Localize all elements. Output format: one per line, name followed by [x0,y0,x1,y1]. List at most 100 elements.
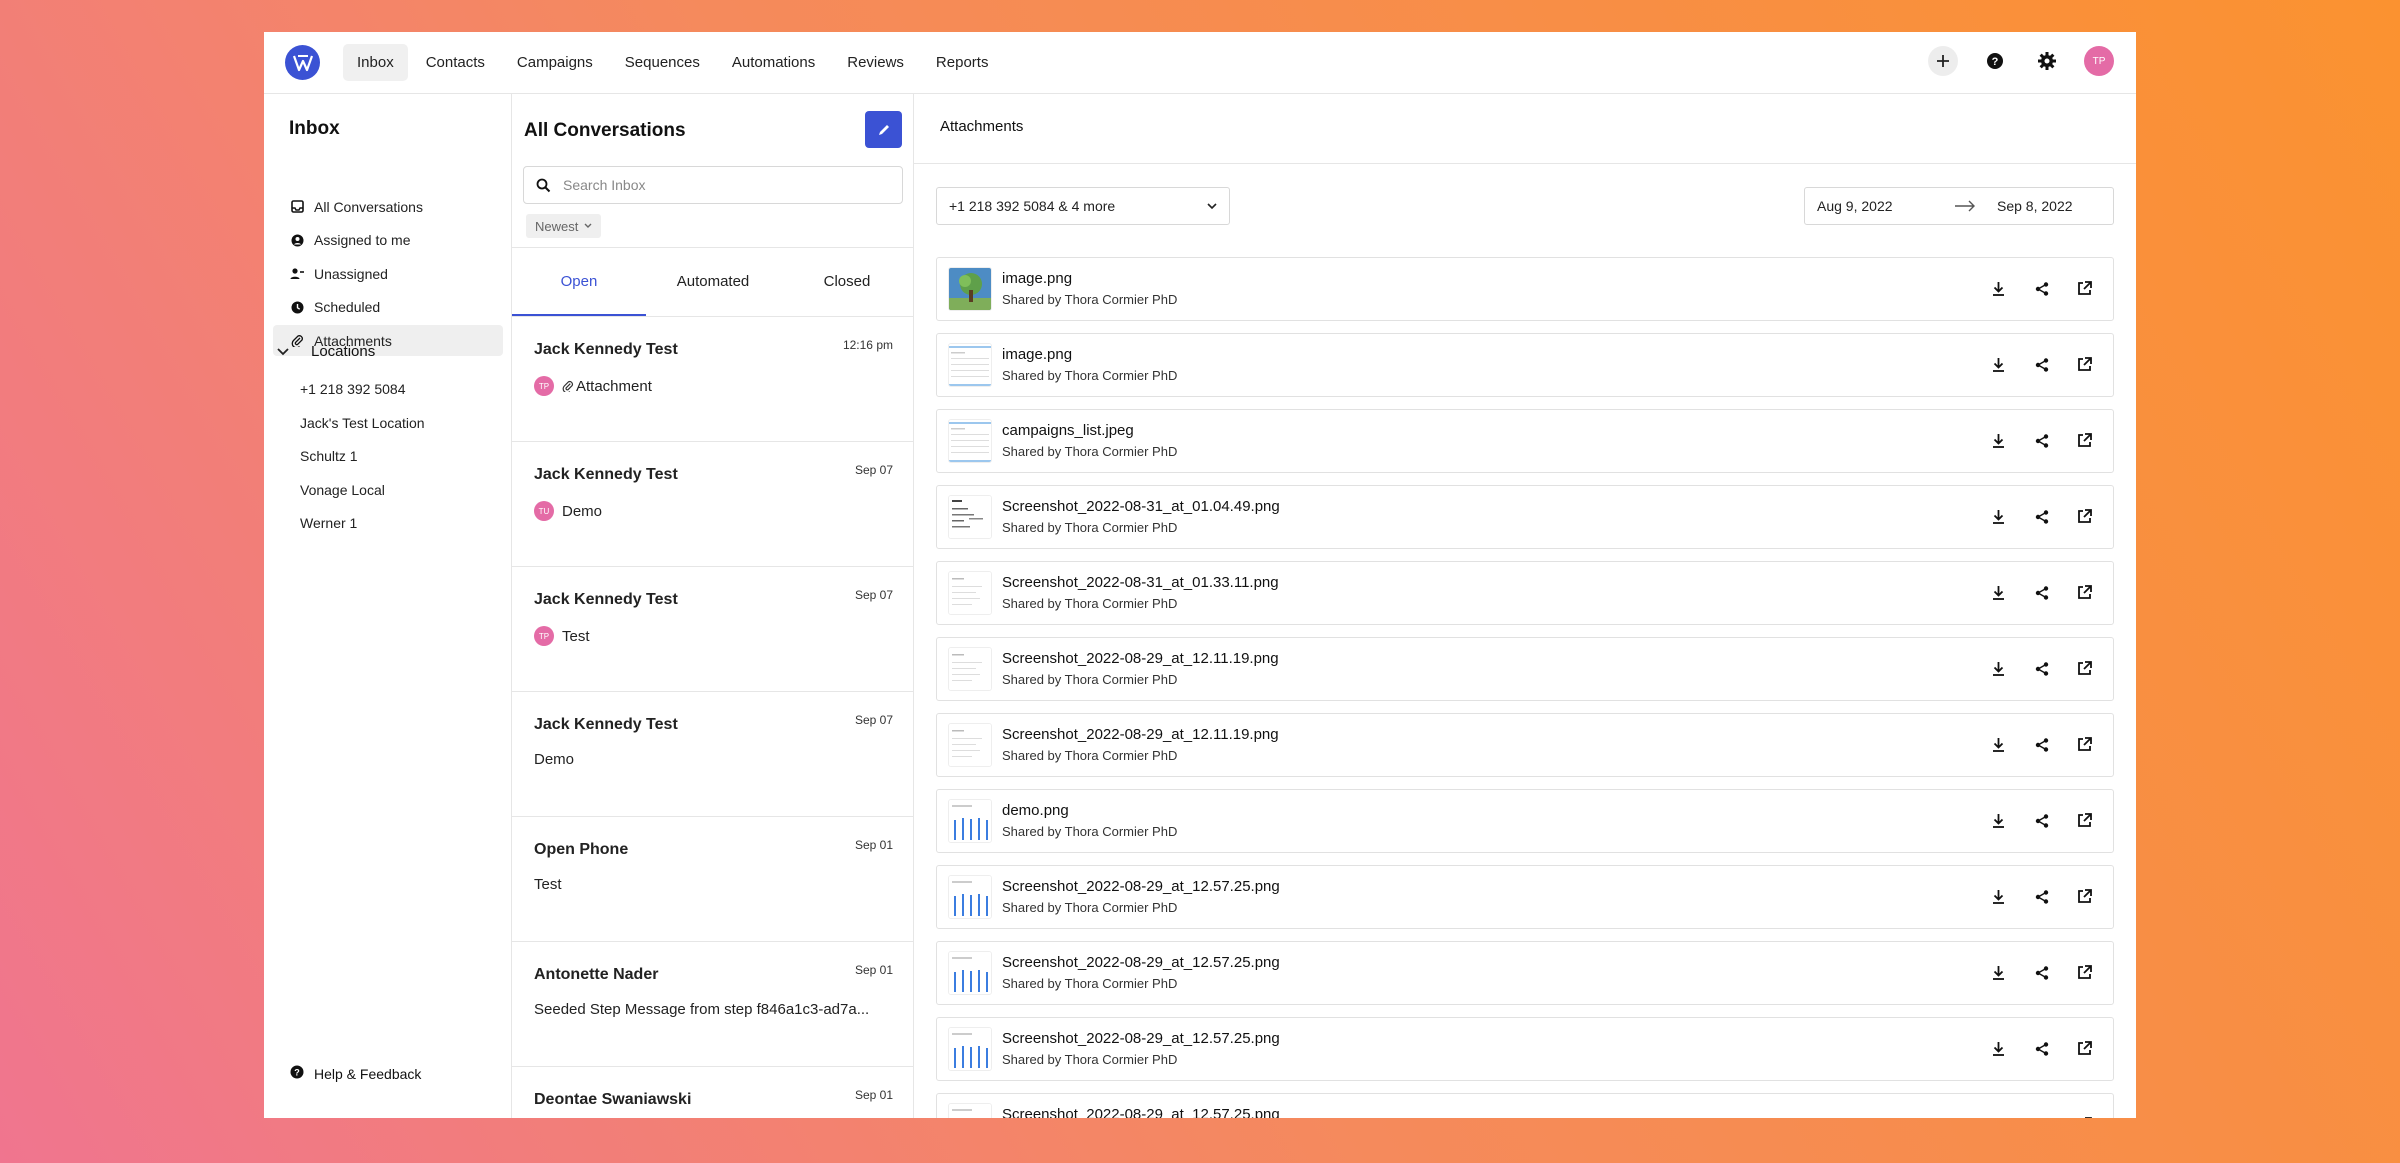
sidebar-item-assigned-to-me[interactable]: Assigned to me [273,225,503,256]
share-icon[interactable] [2033,508,2050,525]
attachment-shared-by: Shared by Thora Cormier PhD [1002,748,1178,763]
attachment-row[interactable]: Screenshot_2022-08-31_at_01.33.11.png Sha… [936,561,2114,625]
share-icon[interactable] [2033,660,2050,677]
phone-filter-select[interactable]: +1 218 392 5084 & 4 more [936,187,1230,225]
external-link-icon[interactable] [2076,432,2093,449]
location-item[interactable]: Werner 1 [300,513,425,547]
download-icon[interactable] [1990,660,2007,677]
attachment-row[interactable]: Screenshot_2022-08-31_at_01.04.49.png Sha… [936,485,2114,549]
attachment-row[interactable]: campaigns_list.jpeg Shared by Thora Cormi… [936,409,2114,473]
top-nav: Inbox Contacts Campaigns Sequences Automatio… [264,32,2136,94]
share-icon[interactable] [2033,584,2050,601]
external-link-icon[interactable] [2076,508,2093,525]
conversation-item[interactable]: Deontae Swaniawski Sep 01 [512,1067,914,1118]
date-from-input[interactable]: Aug 9, 2022 [1817,198,1947,214]
locations-toggle[interactable]: Locations [277,343,375,360]
attachment-actions [1990,432,2093,449]
external-link-icon[interactable] [2076,660,2093,677]
conversation-item[interactable]: Antonette Nader Sep 01 Seeded Step Message… [512,942,914,1067]
external-link-icon[interactable] [2076,888,2093,905]
external-link-icon[interactable] [2076,964,2093,981]
brand-logo[interactable] [285,45,320,80]
sidebar-item-unassigned[interactable]: Unassigned [273,258,503,289]
share-icon[interactable] [2033,888,2050,905]
conversations-title: All Conversations [524,120,686,141]
share-icon[interactable] [2033,356,2050,373]
search-input[interactable] [563,177,883,193]
question-circle-icon: ? [290,1065,304,1082]
external-link-icon[interactable] [2076,356,2093,373]
tab-automated[interactable]: Automated [646,248,780,316]
download-icon[interactable] [1990,508,2007,525]
nav-item-reports[interactable]: Reports [922,44,1003,81]
help-button[interactable]: ? [1980,46,2010,76]
download-icon[interactable] [1990,356,2007,373]
conversation-name: Antonette Nader [534,966,659,983]
attachment-row[interactable]: Screenshot_2022-08-29_at_12.11.19.png Sha… [936,713,2114,777]
external-link-icon[interactable] [2076,1040,2093,1057]
compose-button[interactable] [865,111,902,148]
nav-item-sequences[interactable]: Sequences [611,44,714,81]
conversation-item[interactable]: Jack Kennedy Test Sep 07 TU Demo [512,442,914,567]
location-item[interactable]: +1 218 392 5084 [300,379,425,413]
conversation-item[interactable]: Jack Kennedy Test 12:16 pm TP Attachment [512,317,914,442]
conversation-message: Attachment [576,377,652,395]
search-icon [536,178,551,192]
share-icon[interactable] [2033,432,2050,449]
location-item[interactable]: Vonage Local [300,480,425,514]
share-icon[interactable] [2033,1116,2050,1118]
conversation-item[interactable]: Jack Kennedy Test Sep 07 TP Test [512,567,914,692]
download-icon[interactable] [1990,432,2007,449]
locations-list: +1 218 392 5084 Jack's Test Location Schul… [300,379,425,547]
location-item[interactable]: Jack's Test Location [300,413,425,447]
settings-button[interactable] [2032,46,2062,76]
share-icon[interactable] [2033,280,2050,297]
share-icon[interactable] [2033,812,2050,829]
download-icon[interactable] [1990,888,2007,905]
attachment-row[interactable]: image.png Shared by Thora Cormier PhD [936,257,2114,321]
external-link-icon[interactable] [2076,736,2093,753]
location-item[interactable]: Schultz 1 [300,446,425,480]
avatar: TU [534,501,554,521]
nav-item-campaigns[interactable]: Campaigns [503,44,607,81]
help-feedback-link[interactable]: ? Help & Feedback [290,1065,421,1082]
download-icon[interactable] [1990,280,2007,297]
sidebar-item-scheduled[interactable]: Scheduled [273,292,503,323]
share-icon[interactable] [2033,964,2050,981]
download-icon[interactable] [1990,964,2007,981]
download-icon[interactable] [1990,736,2007,753]
attachment-row[interactable]: Screenshot_2022-08-29_at_12.57.25.pngSha… [936,941,2114,1005]
tab-open[interactable]: Open [512,248,646,316]
download-icon[interactable] [1990,584,2007,601]
download-icon[interactable] [1990,812,2007,829]
download-icon[interactable] [1990,1116,2007,1118]
attachment-row[interactable]: Screenshot_2022-08-29_at_12.57.25.pngSha… [936,865,2114,929]
conversation-item[interactable]: Open Phone Sep 01 Test [512,817,914,942]
attachment-row[interactable]: Screenshot_2022-08-29_at_12.11.19.png Sha… [936,637,2114,701]
attachment-row[interactable]: demo.png Shared by Thora Cormier PhD [936,789,2114,853]
tab-closed[interactable]: Closed [780,248,914,316]
external-link-icon[interactable] [2076,280,2093,297]
external-link-icon[interactable] [2076,584,2093,601]
share-icon[interactable] [2033,736,2050,753]
user-avatar[interactable]: TP [2084,46,2114,76]
nav-items: Inbox Contacts Campaigns Sequences Automatio… [343,44,1002,81]
attachments-header: Attachments [914,94,2136,164]
add-button[interactable] [1928,46,1958,76]
date-to-input[interactable]: Sep 8, 2022 [1997,198,2073,214]
attachment-row[interactable]: Screenshot_2022-08-29_at_12.57.25.pngSha… [936,1017,2114,1081]
conversation-message: Demo [562,502,603,520]
attachment-row[interactable]: image.png Shared by Thora Cormier PhD [936,333,2114,397]
external-link-icon[interactable] [2076,1116,2093,1118]
nav-item-automations[interactable]: Automations [718,44,829,81]
nav-item-reviews[interactable]: Reviews [833,44,918,81]
download-icon[interactable] [1990,1040,2007,1057]
share-icon[interactable] [2033,1040,2050,1057]
attachment-row[interactable]: Screenshot_2022-08-29_at_12.57.25.pngSha… [936,1093,2114,1118]
sidebar-item-all-conversations[interactable]: All Conversations [273,191,503,222]
external-link-icon[interactable] [2076,812,2093,829]
sort-dropdown[interactable]: Newest [526,214,602,238]
nav-item-contacts[interactable]: Contacts [412,44,499,81]
conversation-item[interactable]: Jack Kennedy Test Sep 07 Demo [512,692,914,817]
nav-item-inbox[interactable]: Inbox [343,44,408,81]
